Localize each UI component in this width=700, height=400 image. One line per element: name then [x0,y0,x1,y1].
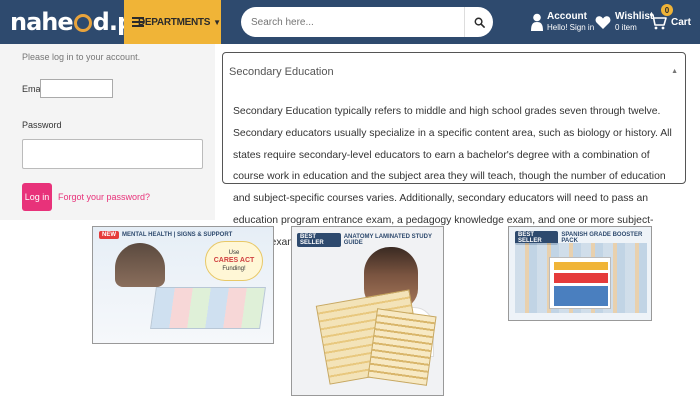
logo-text: nahe [10,8,74,36]
search-icon [474,17,485,28]
wishlist-title: Wishlist [615,11,654,22]
wishlist-link[interactable]: Wishlist 0 item [595,7,653,37]
password-label: Password [22,120,62,130]
new-badge: NEW [99,231,119,239]
cart-link[interactable]: 0 Cart [649,4,692,37]
product-title-text: ANATOMY LAMINATED STUDY GUIDE [343,234,432,246]
caret-down-icon: ▼ [213,17,221,27]
account-title: Account [547,11,587,22]
login-intro: Please log in to your account. [22,52,141,62]
logo-text-end: d [92,8,110,36]
product-banner-mental-health[interactable]: NEW MENTAL HEALTH | SIGNS & SUPPORT Use … [92,226,274,344]
login-button[interactable]: Log in [22,183,52,211]
departments-label: DEPARTMENTS [138,16,211,28]
cares-act-callout: Use CARES ACT Funding! [205,241,263,281]
product-banner-anatomy[interactable]: BEST SELLER ANATOMY LAMINATED STUDY GUID… [291,226,444,396]
callout-line-3: Funding! [222,266,246,272]
callout-line-1: Use [228,250,240,256]
forgot-password-link[interactable]: Forgot your password? [58,192,150,202]
best-seller-badge: BEST SELLER [297,233,341,247]
user-icon [531,13,543,31]
search-input[interactable] [241,7,464,37]
email-field[interactable] [40,79,113,98]
site-header: nahed.pk DEPARTMENTS ▼ Account Hello! Si… [0,0,700,44]
accordion-title: Secondary Education [229,66,334,78]
guide-image [150,287,266,329]
login-panel: Please log in to your account. Email Pas… [0,44,215,220]
booster-pack-image [549,257,611,309]
search-button[interactable] [464,7,493,37]
cart-label: Cart [671,16,692,28]
anatomy-guide-page-image [367,308,437,386]
product-banner-spanish[interactable]: BEST SELLER SPANISH GRADE BOOSTER PACK [508,226,652,321]
account-subtitle: Hello! Sign in [547,23,595,32]
product-banner-title: NEW MENTAL HEALTH | SIGNS & SUPPORT [99,231,232,239]
cart-count-badge: 0 [661,4,673,16]
callout-line-2: CARES ACT [213,257,255,264]
account-link[interactable]: Account Hello! Sign in [531,7,594,37]
wishlist-count: 0 item [615,23,637,32]
student-image [115,243,165,287]
departments-button[interactable]: DEPARTMENTS ▼ [124,0,221,44]
heart-icon [595,15,611,29]
password-field[interactable] [22,139,203,169]
product-banner-title: BEST SELLER ANATOMY LAMINATED STUDY GUID… [297,233,443,247]
search-bar [241,7,493,37]
logo-ring-icon [73,14,92,32]
product-title-text: MENTAL HEALTH | SIGNS & SUPPORT [122,232,233,238]
chevron-up-icon[interactable]: ▲ [671,68,678,75]
